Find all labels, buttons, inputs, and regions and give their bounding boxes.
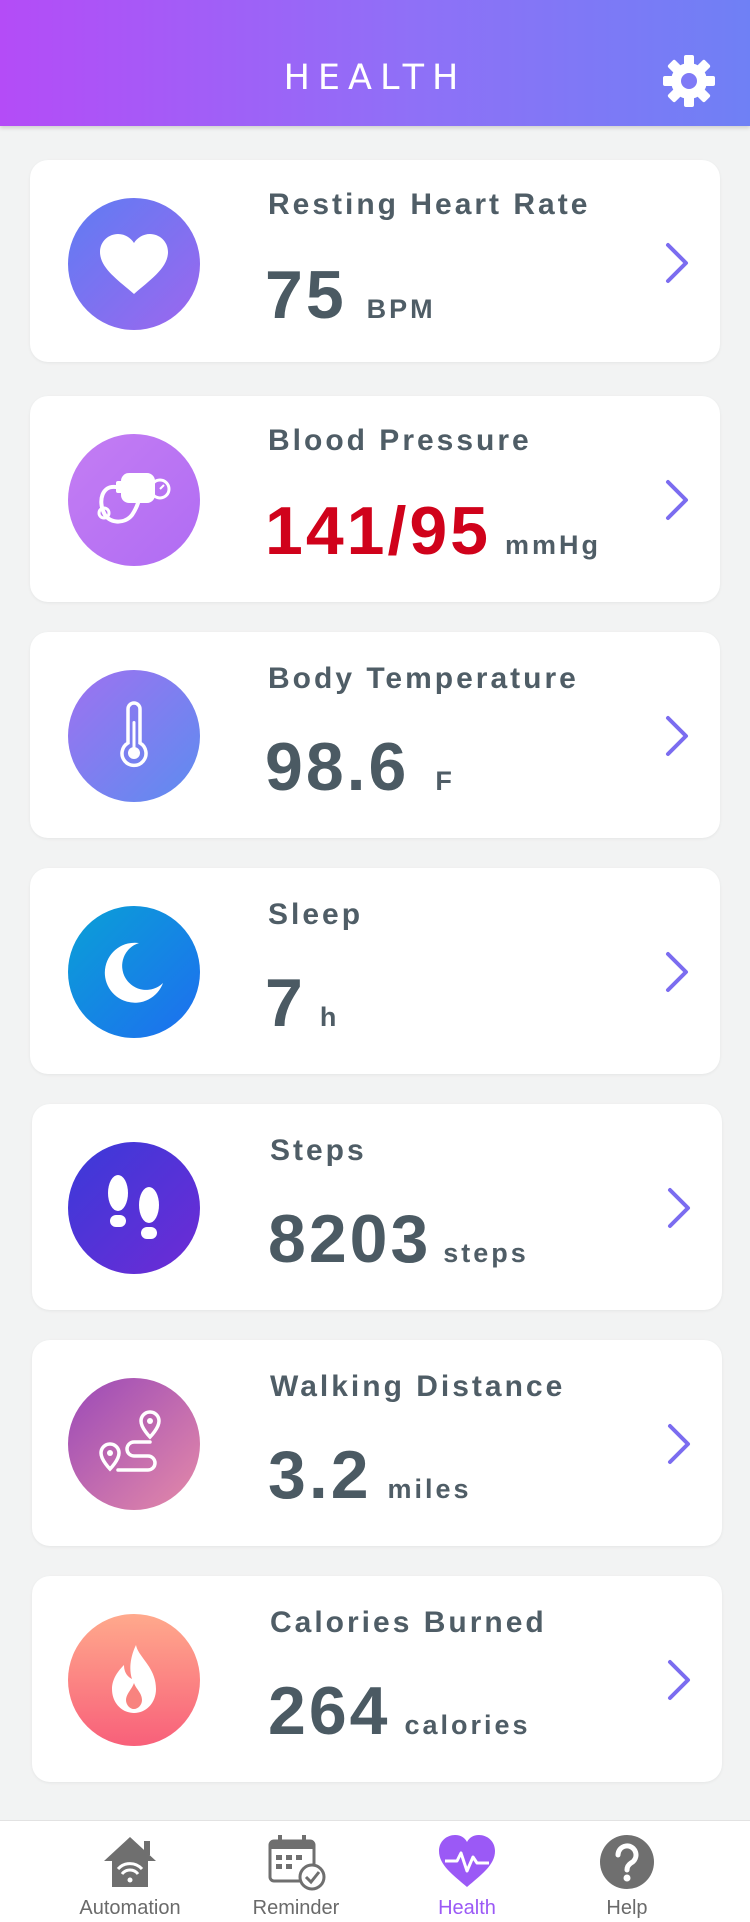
chevron-right-icon (666, 952, 688, 992)
blood-pressure-cuff-icon (97, 473, 171, 524)
card-label: Steps (270, 1134, 367, 1167)
metric-value: 264 (268, 1673, 391, 1749)
flame-icon (112, 1645, 156, 1713)
card-label: Calories Burned (270, 1606, 547, 1639)
chevron-right-icon (666, 480, 688, 520)
question-icon (600, 1835, 654, 1889)
card-label: Resting Heart Rate (268, 188, 591, 221)
card-steps[interactable]: Steps 8203 steps (32, 1104, 722, 1310)
metric-value: 141/95 (265, 493, 491, 569)
chevron-right-icon (668, 1188, 690, 1228)
card-value: 141/95 mmHg (265, 492, 601, 570)
temperature-badge (68, 670, 200, 802)
card-walking-distance[interactable]: Walking Distance 3.2 miles (32, 1340, 722, 1546)
card-resting-heart-rate[interactable]: Resting Heart Rate 75 BPM (30, 160, 720, 362)
settings-button[interactable] (660, 52, 718, 110)
app-header: HEALTH (0, 0, 750, 126)
footprints-icon (108, 1175, 159, 1239)
card-value: 98.6 F (265, 728, 455, 806)
route-icon (99, 1410, 161, 1472)
tab-automation[interactable]: Automation (55, 1821, 205, 1922)
card-body-temperature[interactable]: Body Temperature 98.6 F (30, 632, 720, 838)
metric-unit: miles (387, 1474, 472, 1504)
tab-reminder[interactable]: Reminder (221, 1821, 371, 1922)
tab-label: Automation (79, 1897, 181, 1919)
calories-badge (68, 1614, 200, 1746)
card-label: Sleep (268, 898, 364, 931)
metric-value: 8203 (268, 1201, 432, 1277)
card-label: Body Temperature (268, 662, 579, 695)
metric-value: 98.6 (265, 729, 410, 805)
metric-unit: mmHg (504, 530, 601, 560)
blood-pressure-badge (68, 434, 200, 566)
metric-unit: F (435, 766, 455, 796)
distance-badge (68, 1378, 200, 1510)
calendar-check-icon (268, 1835, 326, 1891)
chevron-right-icon (666, 243, 688, 283)
card-label: Walking Distance (270, 1370, 566, 1403)
steps-badge (68, 1142, 200, 1274)
metric-unit: steps (443, 1238, 529, 1268)
sleep-badge (68, 906, 200, 1038)
card-value: 7 h (265, 964, 339, 1042)
home-wifi-icon (104, 1837, 156, 1887)
card-value: 3.2 miles (268, 1436, 472, 1514)
metric-value: 75 (265, 257, 347, 333)
thermometer-icon (120, 701, 148, 768)
metric-value: 3.2 (268, 1437, 372, 1513)
chevron-right-icon (668, 1660, 690, 1700)
heart-pulse-icon (439, 1835, 495, 1887)
bottom-tab-bar: Automation Reminder Health Help (0, 1820, 750, 1922)
card-label: Blood Pressure (268, 424, 532, 457)
tab-label: Health (438, 1897, 496, 1919)
card-value: 264 calories (268, 1672, 531, 1750)
page-title: HEALTH (283, 58, 467, 98)
card-blood-pressure[interactable]: Blood Pressure 141/95 mmHg (30, 396, 720, 602)
tab-label: Reminder (252, 1897, 340, 1919)
tab-health[interactable]: Health (392, 1821, 542, 1922)
chevron-right-icon (668, 1424, 690, 1464)
card-value: 75 BPM (265, 256, 436, 334)
gear-icon (663, 55, 715, 107)
heart-icon (100, 234, 168, 294)
metric-unit: h (319, 1002, 340, 1032)
metric-unit: calories (404, 1710, 531, 1740)
moon-icon (104, 942, 163, 1003)
heart-rate-badge (68, 198, 200, 330)
card-value: 8203 steps (268, 1200, 529, 1278)
tab-help[interactable]: Help (552, 1821, 702, 1922)
card-sleep[interactable]: Sleep 7 h (30, 868, 720, 1074)
card-calories-burned[interactable]: Calories Burned 264 calories (32, 1576, 722, 1782)
chevron-right-icon (666, 716, 688, 756)
metric-unit: BPM (366, 294, 436, 324)
metric-value: 7 (265, 965, 306, 1041)
tab-label: Help (606, 1897, 648, 1919)
